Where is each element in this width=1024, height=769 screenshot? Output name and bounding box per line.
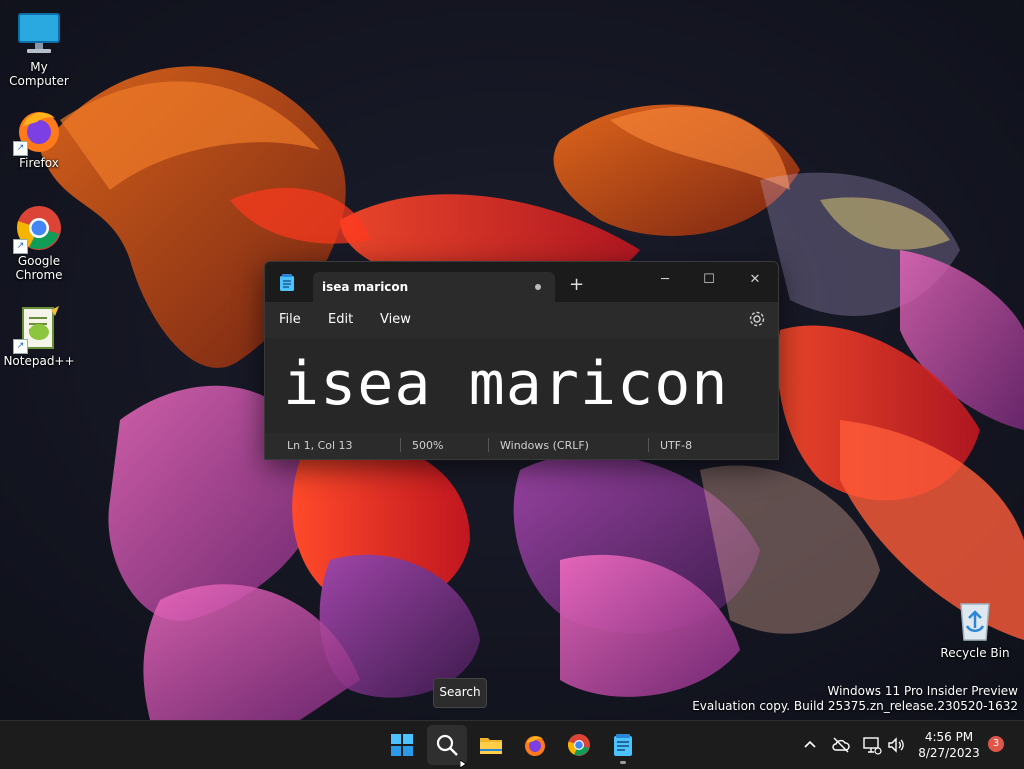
status-divider [488,438,489,452]
firefox-icon [525,736,545,756]
desktop-icon-label: Notepad++ [3,354,75,368]
notepad-window[interactable]: isea maricon + ─ ☐ ✕ File Edit View isea… [264,261,779,460]
new-tab-button[interactable]: + [569,276,584,294]
cloud-offline-icon[interactable] [831,735,851,755]
minimize-button[interactable]: ─ [645,268,685,292]
firefox-taskbar-button[interactable] [515,725,555,765]
desktop-icon-label: Firefox [19,156,59,170]
file-explorer-button[interactable] [471,725,511,765]
file-explorer-icon [480,738,502,754]
menu-view[interactable]: View [380,312,411,327]
search-button[interactable] [427,725,467,765]
evaluation-watermark: Windows 11 Pro Insider Preview Evaluatio… [692,684,1018,714]
volume-icon[interactable] [886,735,906,755]
menu-file[interactable]: File [279,312,301,327]
editor-content[interactable]: isea maricon [283,344,728,424]
menu-bar: File Edit View [265,302,778,338]
desktop-icon-google-chrome[interactable]: ↗ Google Chrome [0,204,78,282]
taskbar-clock[interactable]: 4:56 PM 8/27/2023 [914,729,984,761]
desktop-icon-label: My Computer [9,60,69,88]
notification-badge[interactable]: 3 [988,736,1004,752]
shortcut-arrow-icon: ↗ [13,141,28,156]
notepad-icon [614,734,632,756]
watermark-line-build: Evaluation copy. Build 25375.zn_release.… [692,699,1018,713]
desktop-icon-my-computer[interactable]: My Computer [0,10,78,88]
desktop-icon-firefox[interactable]: ↗ Firefox [0,106,78,170]
monitor-icon [15,10,63,58]
desktop-icon-label: Google Chrome [15,254,63,282]
clock-time: 4:56 PM [924,730,974,744]
status-divider [400,438,401,452]
notepad-plus-plus-icon: ↗ [13,304,63,354]
network-icon[interactable] [862,735,882,755]
notepad-app-icon [280,274,294,291]
taskbar: 4:56 PM 8/27/2023 [0,720,1024,769]
text-editor[interactable]: isea maricon [265,338,778,433]
recycle-bin-icon [951,596,999,644]
menu-edit[interactable]: Edit [328,312,353,327]
start-button[interactable] [382,725,422,765]
start-icon [391,734,413,756]
title-bar[interactable]: isea maricon + ─ ☐ ✕ [265,262,778,302]
firefox-icon: ↗ [13,106,63,156]
chrome-icon: ↗ [13,204,63,254]
running-indicator [620,761,626,764]
watermark-line-edition: Windows 11 Pro Insider Preview [827,684,1018,698]
status-zoom: 500% [412,439,444,452]
maximize-button[interactable]: ☐ [689,268,729,292]
status-line-ending: Windows (CRLF) [500,439,589,452]
status-cursor-position: Ln 1, Col 13 [287,439,353,452]
tab-title: isea maricon [322,280,409,294]
notepad-taskbar-button[interactable] [603,725,643,765]
clock-date: 8/27/2023 [918,746,980,760]
mouse-cursor-icon [460,760,467,768]
close-button[interactable]: ✕ [735,268,775,292]
desktop-icon-recycle-bin[interactable]: Recycle Bin [936,596,1014,660]
status-divider [648,438,649,452]
chrome-icon [568,734,590,756]
settings-gear-icon[interactable] [748,310,766,328]
status-bar: Ln 1, Col 13 500% Windows (CRLF) UTF-8 [265,433,778,459]
status-encoding: UTF-8 [660,439,693,452]
shortcut-arrow-icon: ↗ [13,339,28,354]
unsaved-indicator-icon[interactable] [535,284,541,290]
desktop-icon-notepad-plus-plus[interactable]: ↗ Notepad++ [0,304,78,368]
desktop-icon-label: Recycle Bin [940,646,1010,660]
shortcut-arrow-icon: ↗ [13,239,28,254]
search-icon [436,734,458,756]
chrome-taskbar-button[interactable] [559,725,599,765]
tab-document[interactable]: isea maricon [313,272,555,302]
chevron-up-icon[interactable] [800,735,820,755]
search-tooltip: Search [433,678,487,708]
